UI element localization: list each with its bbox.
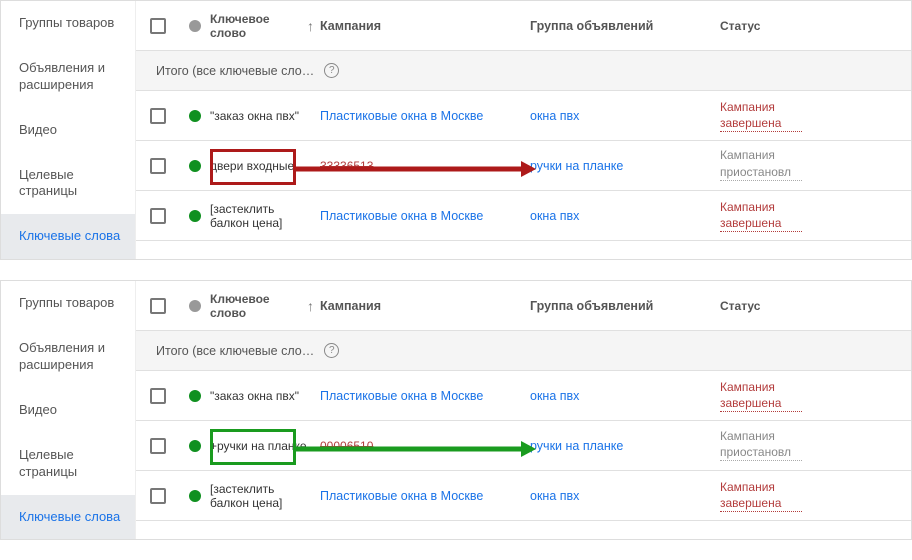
sidebar: Группы товаров Объявления и расширения В… — [1, 281, 136, 539]
sidebar-item-video[interactable]: Видео — [1, 388, 135, 433]
header-keyword-label: Ключевое слово — [210, 292, 303, 320]
status-badge: Кампания завершена — [720, 479, 802, 512]
status-badge: Кампания завершена — [720, 99, 802, 132]
campaign-link[interactable]: Пластиковые окна в Москве — [320, 489, 483, 503]
campaign-link[interactable]: Пластиковые окна в Москве — [320, 109, 483, 123]
keyword-cell: +ручки на планке — [210, 439, 320, 453]
status-badge: Кампания завершена — [720, 379, 802, 412]
help-icon[interactable]: ? — [324, 63, 339, 78]
table-row: +ручки на планке 00006510 ручки на планк… — [136, 421, 911, 471]
sort-up-icon: ↑ — [307, 298, 314, 314]
header-keyword[interactable]: Ключевое слово ↑ — [210, 292, 320, 320]
sidebar-item-groups[interactable]: Группы товаров — [1, 1, 135, 46]
table-row: [застеклить балкон цена] Пластиковые окн… — [136, 471, 911, 521]
header-campaign[interactable]: Кампания — [320, 19, 530, 33]
sidebar-item-landing[interactable]: Целевые страницы — [1, 433, 135, 495]
header-campaign[interactable]: Кампания — [320, 299, 530, 313]
summary-label: Итого (все ключевые сло… — [156, 64, 314, 78]
status-badge: Кампания завершена — [720, 199, 802, 232]
table: Ключевое слово ↑ Кампания Группа объявле… — [136, 1, 911, 259]
table-row: [застеклить балкон цена] Пластиковые окн… — [136, 191, 911, 241]
status-dot-icon — [189, 490, 201, 502]
campaign-struck: 33336513 — [320, 159, 373, 173]
header-keyword-label: Ключевое слово — [210, 12, 303, 40]
sidebar: Группы товаров Объявления и расширения В… — [1, 1, 136, 259]
status-dot-header[interactable] — [189, 20, 201, 32]
row-checkbox[interactable] — [150, 208, 166, 224]
help-icon[interactable]: ? — [324, 343, 339, 358]
header-adgroup[interactable]: Группа объявлений — [530, 19, 720, 33]
row-checkbox[interactable] — [150, 488, 166, 504]
sidebar-item-video[interactable]: Видео — [1, 108, 135, 153]
header-status[interactable]: Статус — [720, 299, 802, 313]
sidebar-item-groups[interactable]: Группы товаров — [1, 281, 135, 326]
status-dot-icon — [189, 160, 201, 172]
row-checkbox[interactable] — [150, 158, 166, 174]
sidebar-item-keywords[interactable]: Ключевые слова — [1, 495, 135, 540]
summary-row: Итого (все ключевые сло… ? — [136, 331, 911, 371]
table-row: "заказ окна пвх" Пластиковые окна в Моск… — [136, 371, 911, 421]
status-dot-icon — [189, 440, 201, 452]
adgroup-link[interactable]: окна пвх — [530, 389, 579, 403]
campaign-struck: 00006510 — [320, 439, 373, 453]
table: Ключевое слово ↑ Кампания Группа объявле… — [136, 281, 911, 539]
header-adgroup[interactable]: Группа объявлений — [530, 299, 720, 313]
summary-label: Итого (все ключевые сло… — [156, 344, 314, 358]
sort-up-icon: ↑ — [307, 18, 314, 34]
status-badge: Кампания приостановл — [720, 147, 802, 180]
panel-bottom: Группы товаров Объявления и расширения В… — [0, 280, 912, 540]
panel-top: Группы товаров Объявления и расширения В… — [0, 0, 912, 260]
keyword-cell: [застеклить балкон цена] — [210, 482, 320, 510]
row-checkbox[interactable] — [150, 388, 166, 404]
status-dot-icon — [189, 210, 201, 222]
campaign-link[interactable]: Пластиковые окна в Москве — [320, 389, 483, 403]
sidebar-item-ads[interactable]: Объявления и расширения — [1, 326, 135, 388]
adgroup-link[interactable]: ручки на планке — [530, 439, 623, 453]
status-badge: Кампания приостановл — [720, 428, 802, 461]
header-keyword[interactable]: Ключевое слово ↑ — [210, 12, 320, 40]
status-dot-icon — [189, 390, 201, 402]
status-dot-icon — [189, 110, 201, 122]
select-all-checkbox[interactable] — [150, 18, 166, 34]
adgroup-link[interactable]: окна пвх — [530, 489, 579, 503]
keyword-cell: "заказ окна пвх" — [210, 109, 320, 123]
adgroup-link[interactable]: окна пвх — [530, 109, 579, 123]
campaign-link[interactable]: Пластиковые окна в Москве — [320, 209, 483, 223]
row-checkbox[interactable] — [150, 108, 166, 124]
keyword-cell: [застеклить балкон цена] — [210, 202, 320, 230]
sidebar-item-landing[interactable]: Целевые страницы — [1, 153, 135, 215]
table-header: Ключевое слово ↑ Кампания Группа объявле… — [136, 281, 911, 331]
keyword-cell: "заказ окна пвх" — [210, 389, 320, 403]
header-status[interactable]: Статус — [720, 19, 802, 33]
table-row: двери входные 33336513 ручки на планке К… — [136, 141, 911, 191]
sidebar-item-ads[interactable]: Объявления и расширения — [1, 46, 135, 108]
table-header: Ключевое слово ↑ Кампания Группа объявле… — [136, 1, 911, 51]
table-row: "заказ окна пвх" Пластиковые окна в Моск… — [136, 91, 911, 141]
adgroup-link[interactable]: окна пвх — [530, 209, 579, 223]
row-checkbox[interactable] — [150, 438, 166, 454]
adgroup-link[interactable]: ручки на планке — [530, 159, 623, 173]
select-all-checkbox[interactable] — [150, 298, 166, 314]
summary-row: Итого (все ключевые сло… ? — [136, 51, 911, 91]
keyword-cell: двери входные — [210, 159, 320, 173]
sidebar-item-keywords[interactable]: Ключевые слова — [1, 214, 135, 259]
status-dot-header[interactable] — [189, 300, 201, 312]
